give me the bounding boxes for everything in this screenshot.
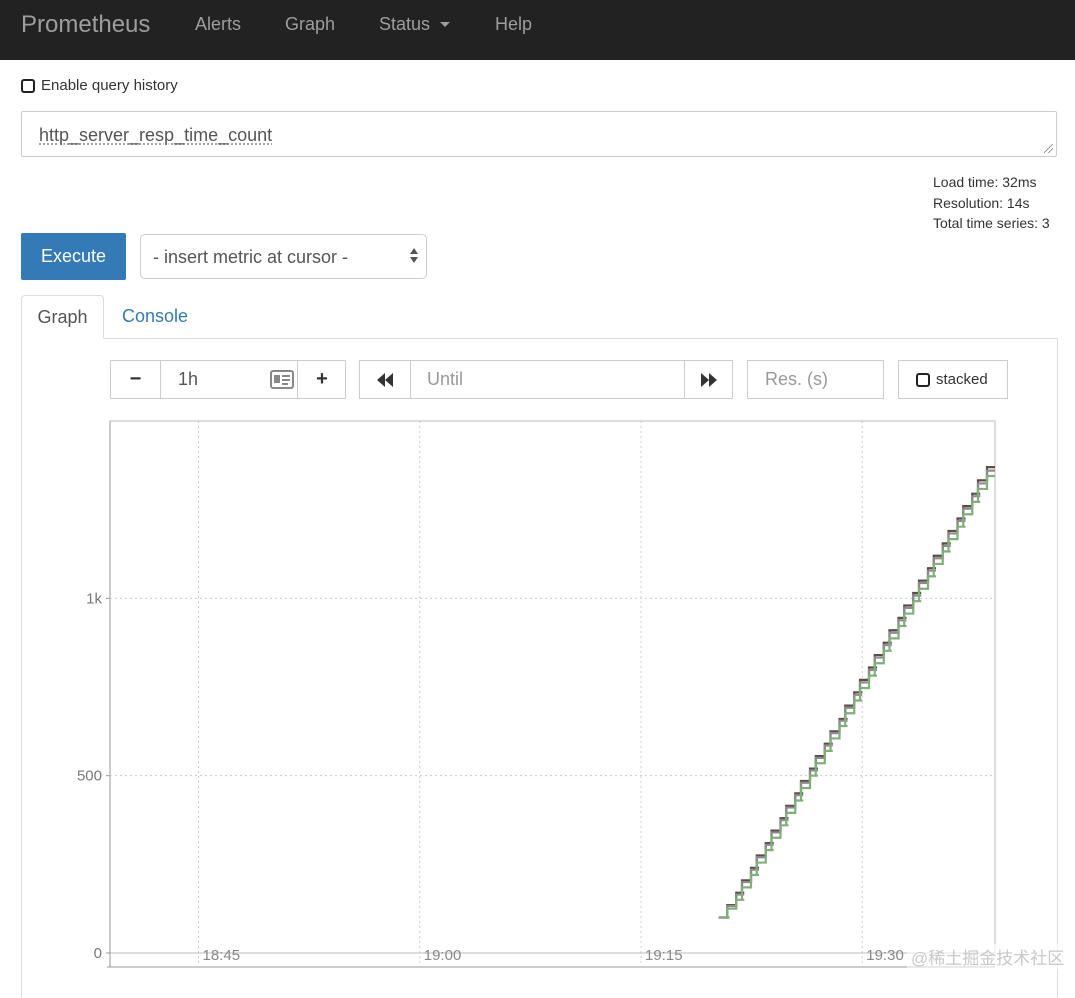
x-tick-label: 19:15 <box>645 947 683 964</box>
x-tick-label: 19:00 <box>424 947 462 964</box>
series-line-1 <box>718 469 995 919</box>
series-line-2 <box>718 474 995 919</box>
watermark: @稀土掘金技术社区 <box>907 944 1069 969</box>
graph-chart: 0 500 1k 18:45 19:00 19:15 19:30 <box>77 420 996 968</box>
tab-graph[interactable]: Graph <box>21 295 104 339</box>
series-line-0 <box>718 466 995 919</box>
x-tick-label: 18:45 <box>203 947 241 964</box>
y-tick-label: 500 <box>77 768 102 785</box>
y-tick-label: 0 <box>94 945 102 962</box>
y-tick-label: 1k <box>86 590 102 607</box>
x-tick-label: 19:30 <box>866 947 904 964</box>
